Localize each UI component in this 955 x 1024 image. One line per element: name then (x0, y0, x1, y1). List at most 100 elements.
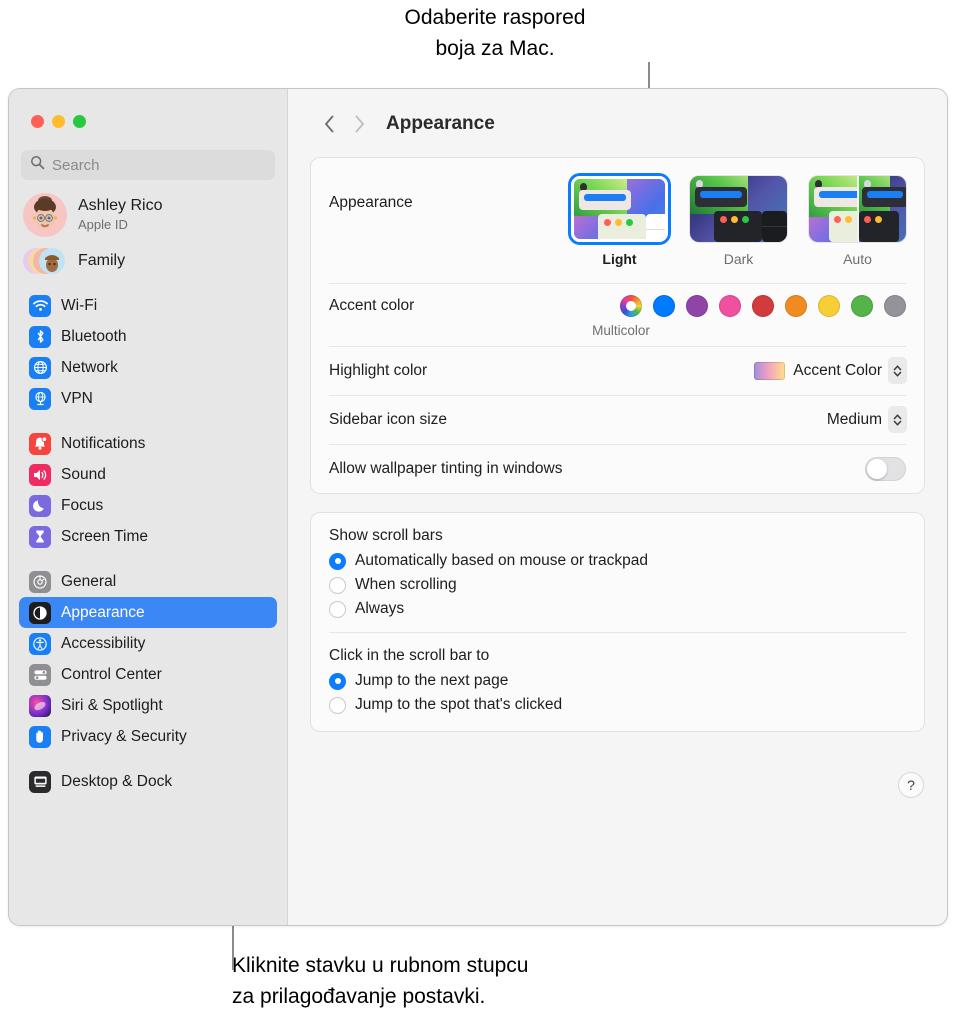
accent-swatch-multicolor[interactable] (620, 295, 642, 317)
sidebar-item-label: VPN (61, 389, 93, 407)
wallpaper-tinting-label: Allow wallpaper tinting in windows (329, 459, 563, 477)
radio-option-jump-next-page[interactable]: Jump to the next page (311, 669, 924, 693)
accent-swatch-green[interactable] (851, 295, 873, 317)
desktop-dock-icon (29, 770, 51, 793)
accent-swatch-graphite[interactable] (884, 295, 906, 317)
appearance-icon (29, 601, 51, 624)
screenshot-root: Odaberite raspored boja za Mac. Kliknite… (0, 0, 955, 1024)
sidebar-item-control-center[interactable]: Control Center (19, 659, 277, 690)
radio-option-jump-to-spot[interactable]: Jump to the spot that's clicked (311, 693, 924, 717)
sidebar-item-vpn[interactable]: VPN (19, 383, 277, 414)
accent-swatch-red[interactable] (752, 295, 774, 317)
theme-option-dark[interactable]: Dark (690, 176, 787, 267)
sidebar-item-label: Focus (61, 496, 104, 514)
account-text: Ashley Rico Apple ID (78, 197, 162, 232)
theme-option-light[interactable]: Light (571, 176, 668, 267)
chevron-left-icon[interactable] (316, 111, 342, 137)
moon-icon (29, 494, 51, 517)
radio-button[interactable] (329, 696, 346, 714)
sidebar-item-family[interactable]: Family (19, 237, 277, 276)
chevron-updown-icon[interactable] (889, 358, 906, 383)
bell-icon (29, 432, 51, 455)
sidebar-icon-size-popup[interactable]: Medium (827, 407, 906, 432)
accent-color-swatches (620, 295, 906, 317)
theme-option-auto[interactable]: Auto (809, 176, 906, 267)
accent-swatch-pink[interactable] (719, 295, 741, 317)
siri-icon (29, 694, 51, 717)
account-subtitle: Apple ID (78, 216, 128, 232)
sidebar-group-personalization: General Appearance Accessibility Control… (19, 566, 277, 752)
hand-icon (29, 725, 51, 748)
highlight-color-value: Accent Color (793, 361, 882, 379)
sidebar-item-siri-spotlight[interactable]: Siri & Spotlight (19, 690, 277, 721)
hourglass-icon (29, 525, 51, 548)
sidebar-item-notifications[interactable]: Notifications (19, 428, 277, 459)
sidebar-item-label: Control Center (61, 665, 162, 683)
wallpaper-tinting-row: Allow wallpaper tinting in windows (311, 444, 924, 493)
accent-swatch-purple[interactable] (686, 295, 708, 317)
accent-color-label: Accent color (329, 297, 415, 314)
radio-option-when-scrolling[interactable]: When scrolling (311, 573, 924, 597)
detail-pane: Appearance Appearance Light Dark Auto Ac… (288, 89, 947, 925)
sidebar-item-general[interactable]: General (19, 566, 277, 597)
highlight-color-popup[interactable]: Accent Color (754, 358, 906, 383)
bluetooth-icon (29, 325, 51, 348)
accent-color-row: Accent color Multicolor (311, 283, 924, 346)
sidebar-item-network[interactable]: Network (19, 352, 277, 383)
callout-top-text: Odaberite raspored boja za Mac. (404, 6, 586, 60)
search-field[interactable] (21, 150, 275, 180)
help-button[interactable]: ? (899, 773, 923, 797)
sidebar-item-label: Sound (61, 465, 106, 483)
sidebar-item-apple-id[interactable]: Ashley Rico Apple ID (19, 180, 277, 237)
minimize-button[interactable] (52, 115, 65, 128)
radio-button[interactable] (329, 576, 346, 594)
accent-swatch-blue[interactable] (653, 295, 675, 317)
sidebar-item-label: Notifications (61, 434, 146, 452)
sidebar-item-label: Appearance (61, 603, 145, 621)
page-title: Appearance (386, 113, 495, 134)
sidebar-item-accessibility[interactable]: Accessibility (19, 628, 277, 659)
radio-button[interactable] (329, 552, 346, 570)
radio-button[interactable] (329, 600, 346, 618)
close-button[interactable] (31, 115, 44, 128)
sidebar-item-focus[interactable]: Focus (19, 490, 277, 521)
wifi-icon (29, 294, 51, 317)
appearance-settings-card: Appearance Light Dark Auto Accent color … (310, 157, 925, 494)
sidebar-item-sound[interactable]: Sound (19, 459, 277, 490)
sidebar-item-privacy-security[interactable]: Privacy & Security (19, 721, 277, 752)
sidebar-item-label: Bluetooth (61, 327, 127, 345)
theme-label: Auto (843, 251, 872, 267)
wallpaper-tinting-toggle[interactable] (865, 456, 906, 481)
radio-button[interactable] (329, 672, 346, 690)
window-traffic-lights (19, 89, 277, 128)
highlight-color-row[interactable]: Highlight color Accent Color (311, 346, 924, 395)
family-label: Family (78, 252, 126, 269)
system-settings-window: Ashley Rico Apple ID (8, 88, 948, 926)
radio-option-auto-scrollbars[interactable]: Automatically based on mouse or trackpad (311, 549, 924, 573)
theme-label: Dark (723, 251, 754, 267)
sidebar-group-desktop: Desktop & Dock (19, 766, 277, 797)
detail-nav-bar: Appearance (310, 105, 925, 143)
chevron-updown-icon[interactable] (889, 407, 906, 432)
sidebar-item-screen-time[interactable]: Screen Time (19, 521, 277, 552)
radio-option-always[interactable]: Always (311, 597, 924, 621)
radio-label: When scrolling (355, 576, 457, 593)
sidebar-item-desktop-dock[interactable]: Desktop & Dock (19, 766, 277, 797)
accent-swatch-yellow[interactable] (818, 295, 840, 317)
radio-label: Jump to the next page (355, 672, 509, 689)
accent-swatch-orange[interactable] (785, 295, 807, 317)
gear-icon (29, 570, 51, 593)
sidebar-item-bluetooth[interactable]: Bluetooth (19, 321, 277, 352)
zoom-button[interactable] (73, 115, 86, 128)
radio-label: Jump to the spot that's clicked (355, 696, 563, 713)
globe-icon (29, 356, 51, 379)
sidebar-item-wi-fi[interactable]: Wi-Fi (19, 290, 277, 321)
sidebar-icon-size-row[interactable]: Sidebar icon size Medium (311, 395, 924, 444)
accessibility-icon (29, 632, 51, 655)
sidebar-group-network: Wi-Fi Bluetooth Network VPN (19, 290, 277, 414)
search-icon (30, 155, 45, 175)
sidebar-item-label: Desktop & Dock (61, 772, 173, 790)
sidebar-item-appearance[interactable]: Appearance (19, 597, 277, 628)
chevron-right-icon[interactable] (346, 111, 372, 137)
search-input[interactable] (52, 156, 266, 174)
